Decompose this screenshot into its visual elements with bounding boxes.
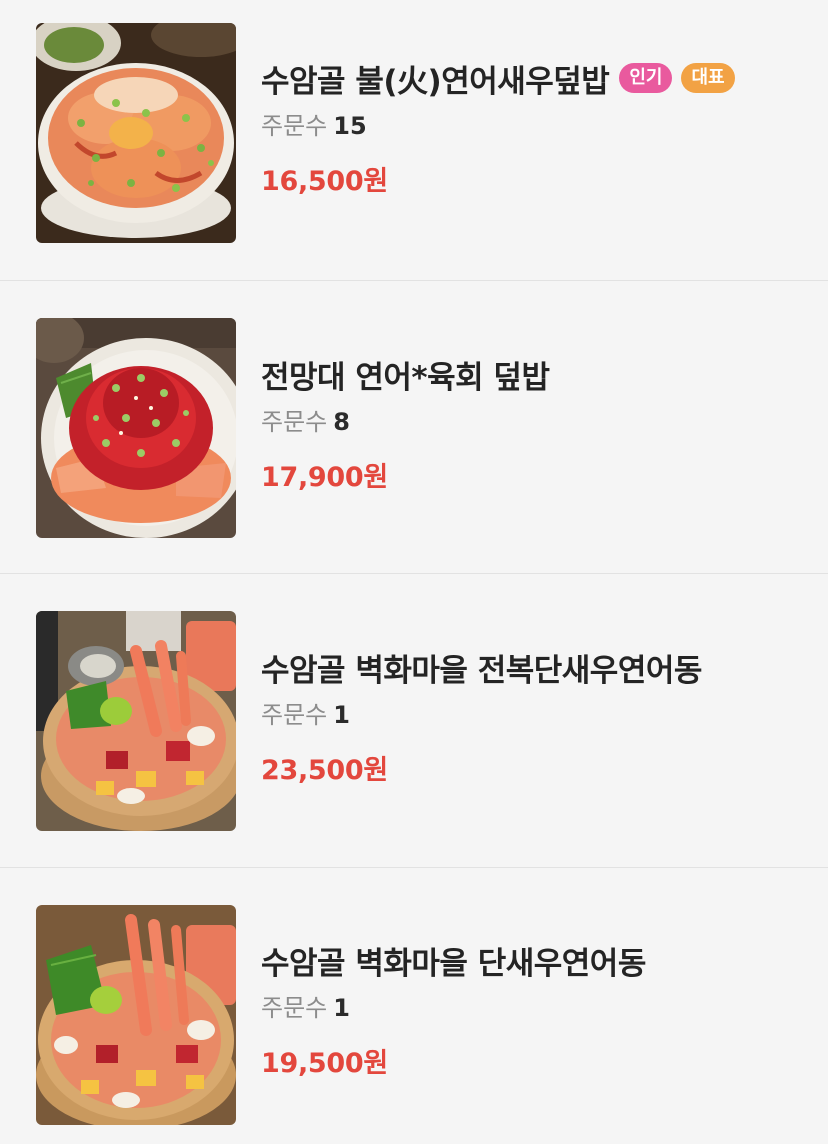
menu-item-photo[interactable]	[36, 611, 236, 831]
order-count-value: 15	[333, 112, 367, 140]
menu-item[interactable]: 수암골 불(火)연어새우덮밥 인기 대표 주문수 15 16,500원	[0, 0, 828, 281]
menu-item-name: 수암골 벽화마을 전복단새우연어동	[261, 652, 702, 689]
order-count-value: 1	[333, 701, 350, 729]
menu-item-info: 수암골 벽화마을 단새우연어동 주문수 1 19,500원	[261, 938, 808, 1082]
menu-item-price: 23,500원	[261, 755, 388, 786]
order-count-label: 주문수	[261, 994, 328, 1022]
menu-item[interactable]: 전망대 연어*육회 덮밥 주문수 8 17,900원	[0, 281, 828, 574]
menu-item-title-row: 전망대 연어*육회 덮밥	[261, 352, 808, 396]
menu-item-price: 17,900원	[261, 462, 388, 493]
menu-item-title-row: 수암골 벽화마을 전복단새우연어동	[261, 645, 808, 689]
order-count-value: 8	[333, 408, 350, 436]
order-count-value: 1	[333, 994, 350, 1022]
order-count-label: 주문수	[261, 701, 328, 729]
order-count: 주문수 15	[261, 110, 808, 142]
menu-list: 수암골 불(火)연어새우덮밥 인기 대표 주문수 15 16,500원 전망대 …	[0, 0, 828, 1144]
order-count-label: 주문수	[261, 408, 328, 436]
popular-badge: 인기	[619, 63, 673, 93]
shrimp-salmon-bowl-photo-icon	[36, 905, 236, 1125]
salmon-yukhoe-bowl-photo-icon	[36, 318, 236, 538]
menu-item-name: 수암골 불(火)연어새우덮밥	[261, 63, 610, 100]
menu-item-price: 19,500원	[261, 1048, 388, 1079]
signature-badge: 대표	[681, 63, 735, 93]
order-count: 주문수 1	[261, 992, 808, 1024]
order-count: 주문수 8	[261, 406, 808, 438]
menu-item-photo[interactable]	[36, 23, 236, 243]
order-count-label: 주문수	[261, 112, 328, 140]
menu-item-price: 16,500원	[261, 166, 388, 197]
menu-item-info: 수암골 불(火)연어새우덮밥 인기 대표 주문수 15 16,500원	[261, 56, 808, 200]
menu-item-title-row: 수암골 불(火)연어새우덮밥 인기 대표	[261, 56, 808, 100]
menu-item-name: 전망대 연어*육회 덮밥	[261, 359, 550, 396]
menu-item-name: 수암골 벽화마을 단새우연어동	[261, 945, 646, 982]
order-count: 주문수 1	[261, 699, 808, 731]
menu-item-info: 수암골 벽화마을 전복단새우연어동 주문수 1 23,500원	[261, 645, 808, 789]
salmon-shrimp-bowl-photo-icon	[36, 23, 236, 243]
menu-item-title-row: 수암골 벽화마을 단새우연어동	[261, 938, 808, 982]
menu-item-photo[interactable]	[36, 318, 236, 538]
menu-item-photo[interactable]	[36, 905, 236, 1125]
menu-item[interactable]: 수암골 벽화마을 단새우연어동 주문수 1 19,500원	[0, 868, 828, 1144]
abalone-shrimp-salmon-bowl-photo-icon	[36, 611, 236, 831]
menu-item[interactable]: 수암골 벽화마을 전복단새우연어동 주문수 1 23,500원	[0, 574, 828, 868]
menu-item-info: 전망대 연어*육회 덮밥 주문수 8 17,900원	[261, 352, 808, 496]
